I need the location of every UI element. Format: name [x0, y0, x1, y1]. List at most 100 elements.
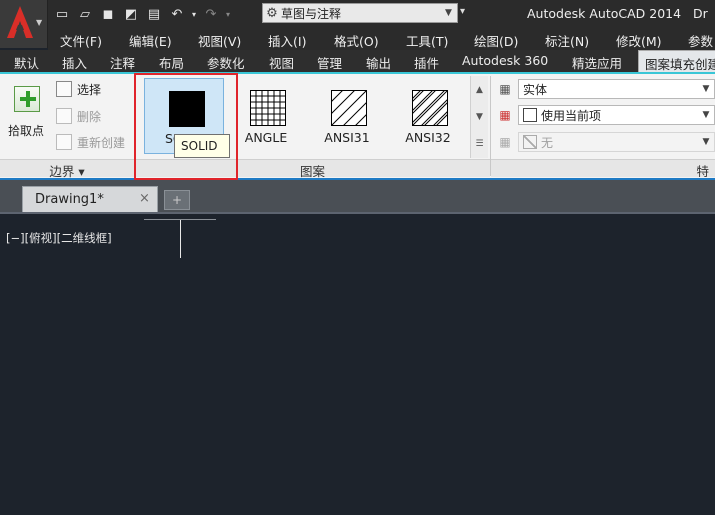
scroll-up-icon[interactable]: ▲ — [471, 76, 488, 103]
chevron-down-icon: ▼ — [702, 110, 710, 120]
menu-insert[interactable]: 插入(I) — [268, 31, 306, 50]
select-objects-icon — [56, 81, 72, 97]
remove-boundary-button[interactable]: 删除 — [56, 107, 101, 125]
autocad-window: ▭ ▱ ◼ ◩ ▤ ↶ ▾ ↷ ▾ ⚙ 草图与注释 ▼ ▾ Autodesk A… — [0, 0, 715, 515]
solid-swatch-icon — [169, 91, 205, 127]
menu-parametric[interactable]: 参数 — [688, 31, 713, 50]
recreate-boundary-icon — [56, 134, 72, 150]
pattern-angle[interactable]: ANGLE — [226, 78, 306, 154]
pattern-panel-title: 图案 — [135, 159, 490, 179]
print-icon[interactable]: ▤ — [144, 4, 164, 24]
recreate-boundary-button[interactable]: 重新创建 — [56, 133, 125, 151]
background-color-value: 无 — [541, 135, 554, 150]
pattern-gallery-scroll: ▲ ▼ ☰ — [470, 76, 488, 158]
angle-swatch-icon — [250, 90, 286, 126]
menu-format[interactable]: 格式(O) — [334, 31, 379, 50]
autocad-logo-icon — [7, 6, 33, 38]
color-swatch — [523, 108, 537, 122]
tab-output[interactable]: 输出 — [366, 50, 391, 72]
menu-dimension[interactable]: 标注(N) — [545, 31, 589, 50]
open-file-icon[interactable]: ▱ — [75, 4, 95, 24]
tab-parametric[interactable]: 参数化 — [207, 50, 245, 72]
document-tab-bar: Drawing1* × + — [0, 180, 715, 212]
workspace-label: 草图与注释 — [281, 6, 342, 21]
hatch-color-row: ▦ 使用当前项 ▼ — [496, 104, 715, 126]
chevron-down-icon: ▼ — [36, 18, 43, 27]
tab-autodesk-360[interactable]: Autodesk 360 — [462, 50, 548, 72]
hatch-type-value: 实体 — [523, 82, 548, 97]
save-icon[interactable]: ◼ — [98, 4, 118, 24]
redo-dropdown-icon[interactable]: ▾ — [224, 4, 232, 24]
hatch-type-select[interactable]: 实体 ▼ — [518, 79, 715, 99]
pattern-ansi31-label: ANSI31 — [324, 130, 370, 145]
hatch-type-icon: ▦ — [499, 82, 511, 96]
background-swatch — [523, 135, 537, 149]
ansi31-swatch-icon — [331, 90, 367, 126]
tab-insert[interactable]: 插入 — [62, 50, 87, 72]
document-tab-label: Drawing1* — [35, 192, 104, 207]
tab-view[interactable]: 视图 — [269, 50, 294, 72]
pattern-ansi31[interactable]: ANSI31 — [307, 78, 387, 154]
close-icon[interactable]: × — [139, 191, 150, 206]
chevron-down-icon: ▼ — [445, 8, 452, 18]
ribbon-top-line — [0, 72, 715, 74]
gallery-expand-icon[interactable]: ☰ — [471, 130, 488, 157]
select-objects-button[interactable]: 选择 — [56, 80, 101, 98]
tab-layout[interactable]: 布局 — [159, 50, 184, 72]
menu-file[interactable]: 文件(F) — [60, 31, 102, 50]
menu-tools[interactable]: 工具(T) — [406, 31, 448, 50]
quick-access-toolbar: ▭ ▱ ◼ ◩ ▤ ↶ ▾ ↷ ▾ — [52, 3, 232, 25]
tab-featured-apps[interactable]: 精选应用 — [572, 50, 622, 72]
properties-panel-title: 特 — [491, 159, 715, 179]
pick-points-label: 拾取点 — [7, 124, 44, 138]
tab-hatch-creation[interactable]: 图案填充创建 — [638, 50, 715, 72]
background-color-select[interactable]: 无 ▼ — [518, 132, 715, 152]
menu-modify[interactable]: 修改(M) — [616, 31, 662, 50]
menu-bar: 文件(F) 编辑(E) 视图(V) 插入(I) 格式(O) 工具(T) 绘图(D… — [48, 28, 715, 50]
pattern-ansi32-label: ANSI32 — [405, 130, 451, 145]
plus-icon: + — [171, 193, 183, 207]
menu-view[interactable]: 视图(V) — [198, 31, 241, 50]
tab-plugins[interactable]: 插件 — [414, 50, 439, 72]
ansi32-swatch-icon — [412, 90, 448, 126]
boundary-panel-title[interactable]: 边界 ▾ — [0, 159, 134, 179]
background-color-row: ▦ 无 ▼ — [496, 131, 715, 153]
hatch-type-row: ▦ 实体 ▼ — [496, 78, 715, 100]
workspace-selector[interactable]: ⚙ 草图与注释 ▼ — [262, 3, 458, 23]
remove-boundary-icon — [56, 108, 72, 124]
ribbon-tab-bar: 默认 插入 注释 布局 参数化 视图 管理 输出 插件 Autodesk 360… — [0, 50, 715, 72]
new-file-icon[interactable]: ▭ — [52, 4, 72, 24]
background-color-icon: ▦ — [499, 135, 511, 149]
save-as-icon[interactable]: ◩ — [121, 4, 141, 24]
undo-dropdown-icon[interactable]: ▾ — [190, 4, 198, 24]
hatch-color-value: 使用当前项 — [541, 108, 602, 123]
menu-edit[interactable]: 编辑(E) — [129, 31, 172, 50]
hatch-color-icon: ▦ — [499, 108, 511, 122]
tab-manage[interactable]: 管理 — [317, 50, 342, 72]
crosshair-vertical — [180, 220, 181, 258]
scroll-down-icon[interactable]: ▼ — [471, 103, 488, 130]
new-tab-button[interactable]: + — [164, 190, 190, 210]
application-menu-button[interactable]: ▼ — [0, 0, 48, 48]
redo-icon[interactable]: ↷ — [201, 4, 221, 24]
undo-icon[interactable]: ↶ — [167, 4, 187, 24]
menu-draw[interactable]: 绘图(D) — [474, 31, 518, 50]
recreate-boundary-label: 重新创建 — [77, 135, 126, 150]
remove-boundary-label: 删除 — [77, 109, 102, 124]
tab-annotate[interactable]: 注释 — [110, 50, 135, 72]
chevron-down-icon: ▼ — [702, 84, 710, 94]
pattern-angle-label: ANGLE — [244, 130, 288, 145]
chevron-down-icon: ▼ — [702, 137, 710, 147]
hatch-color-select[interactable]: 使用当前项 ▼ — [518, 105, 715, 125]
pattern-ansi32[interactable]: ANSI32 — [388, 78, 468, 154]
pattern-tooltip: SOLID — [174, 134, 230, 158]
document-tab-drawing1[interactable]: Drawing1* × — [22, 186, 158, 212]
drawing-canvas[interactable]: [−][俯视][二维线框] — [0, 212, 715, 515]
ribbon-panel-area: 拾取点 选择 删除 重新创建 边界 ▾ SO — [0, 72, 715, 180]
viewport-controls[interactable]: [−][俯视][二维线框] — [6, 230, 112, 246]
pick-points-button[interactable]: 拾取点 — [4, 78, 48, 148]
tab-home[interactable]: 默认 — [14, 50, 39, 72]
customize-qat-icon[interactable]: ▾ — [460, 6, 465, 17]
select-objects-label: 选择 — [77, 82, 102, 97]
title-bar: ▭ ▱ ◼ ◩ ▤ ↶ ▾ ↷ ▾ ⚙ 草图与注释 ▼ ▾ Autodesk A… — [0, 0, 715, 28]
